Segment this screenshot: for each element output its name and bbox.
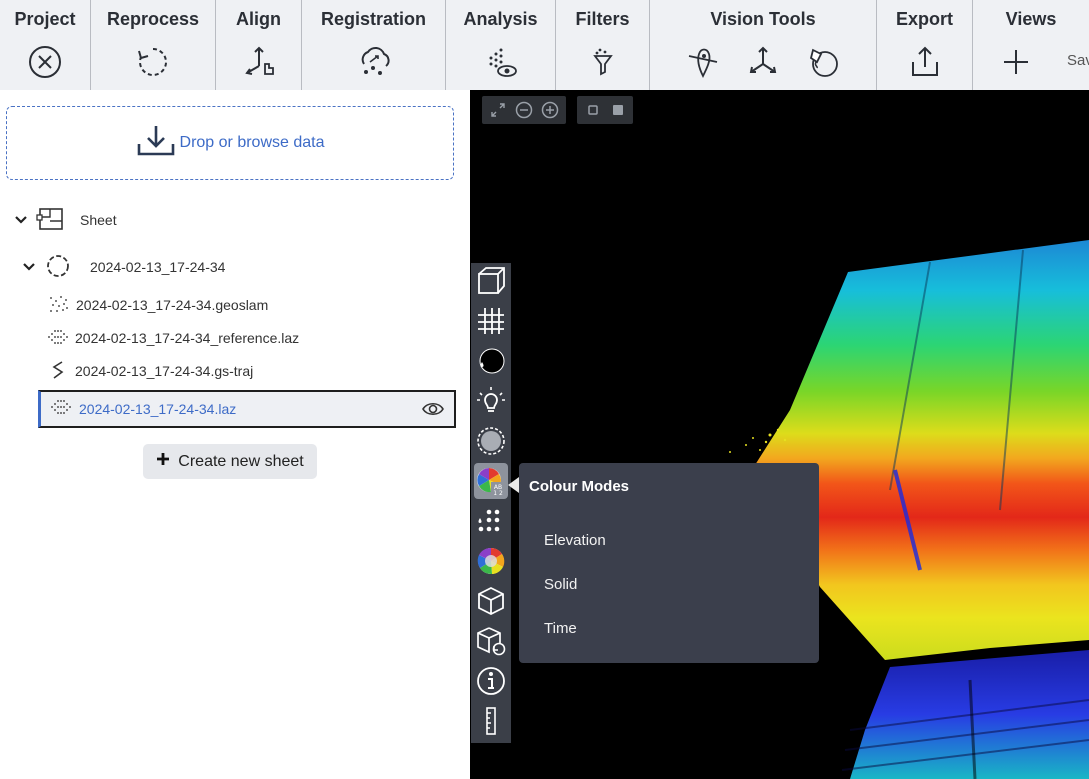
align-icon[interactable] <box>240 43 278 81</box>
toolbar-group-title: Export <box>895 9 953 29</box>
info-icon[interactable] <box>474 663 508 699</box>
download-icon <box>136 124 176 163</box>
zoom-in-icon[interactable] <box>540 100 560 120</box>
tree-file-label: 2024-02-13_17-24-34.gs-traj <box>75 363 254 379</box>
colour-modes-icon[interactable]: AB 1 2 <box>474 463 508 499</box>
drop-zone-label: Drop or browse data <box>179 134 325 151</box>
lighting-bulb-icon[interactable] <box>474 383 508 419</box>
toolbar-group-align: Align <box>216 0 302 90</box>
grid-icon[interactable] <box>474 303 508 339</box>
main-toolbar: Project Reprocess Align Registration Ana… <box>0 0 1089 90</box>
toolbar-group-title: Views <box>1005 9 1057 29</box>
tree-file-label: 2024-02-13_17-24-34.geoslam <box>76 297 269 313</box>
toolbar-group-export: Export <box>877 0 973 90</box>
save-button-truncated[interactable]: Sav <box>1067 52 1089 69</box>
tree-row-file[interactable]: 2024-02-13_17-24-34.geoslam <box>48 294 268 316</box>
vision-paint-icon[interactable] <box>804 43 842 81</box>
tree-file-label: 2024-02-13_17-24-34.laz <box>79 401 237 417</box>
toolbar-group-title: Analysis <box>463 9 538 29</box>
export-icon[interactable] <box>906 43 944 81</box>
svg-text:1 2: 1 2 <box>493 490 503 497</box>
tree-row-file[interactable]: 2024-02-13_17-24-34.gs-traj <box>50 360 253 382</box>
point-size-large-icon[interactable] <box>608 100 627 120</box>
data-panel: Drop or browse data Sheet 2024-02-13_17-… <box>0 90 470 779</box>
tree-row-sheet[interactable]: Sheet <box>14 207 117 233</box>
colour-wheel-icon[interactable] <box>474 543 508 579</box>
filter-icon[interactable] <box>584 43 622 81</box>
point-density-icon[interactable] <box>474 503 508 539</box>
drop-zone[interactable]: Drop or browse data <box>6 106 454 180</box>
tree-file-label: 2024-02-13_17-24-34_reference.laz <box>75 330 300 346</box>
chevron-down-icon[interactable] <box>22 260 36 274</box>
toolbar-group-vision-tools: Vision Tools <box>650 0 877 90</box>
reset-view-icon[interactable] <box>474 623 508 659</box>
zoom-out-icon[interactable] <box>514 100 534 120</box>
toolbar-group-title: Project <box>14 9 76 29</box>
reprocess-icon[interactable] <box>134 43 172 81</box>
dataset-loop-icon <box>46 254 70 281</box>
view-zoom-controls <box>482 96 566 124</box>
colour-mode-elevation[interactable]: Elevation <box>544 532 606 549</box>
tree-label-dataset: 2024-02-13_17-24-34 <box>90 259 226 275</box>
view-tools-sidebar: AB 1 2 <box>471 263 511 743</box>
toolbar-group-registration: Registration <box>302 0 446 90</box>
measure-ruler-icon[interactable] <box>474 703 508 739</box>
tree-row-dataset[interactable]: 2024-02-13_17-24-34 <box>22 254 225 280</box>
tree-label-sheet: Sheet <box>80 212 117 228</box>
trajectory-icon <box>50 360 66 383</box>
vision-axes-icon[interactable] <box>744 43 782 81</box>
cube-view-icon[interactable] <box>474 583 508 619</box>
colour-mode-solid[interactable]: Solid <box>544 576 577 593</box>
toolbar-group-filters: Filters <box>556 0 650 90</box>
point-cloud-viewport[interactable] <box>470 90 1089 779</box>
point-size-controls <box>577 96 633 124</box>
toolbar-group-analysis: Analysis <box>446 0 556 90</box>
toolbar-group-title: Vision Tools <box>710 9 816 29</box>
registration-icon[interactable] <box>355 43 393 81</box>
toolbar-group-title: Filters <box>575 9 630 29</box>
plus-icon <box>156 452 170 471</box>
colour-mode-time[interactable]: Time <box>544 620 577 637</box>
toolbar-group-reprocess: Reprocess <box>91 0 216 90</box>
background-colour-icon[interactable] <box>474 343 508 379</box>
create-new-sheet-label: Create new sheet <box>178 452 304 470</box>
chevron-down-icon[interactable] <box>14 213 28 227</box>
vision-pin-icon[interactable] <box>684 43 722 81</box>
close-project-icon[interactable] <box>26 43 64 81</box>
toolbar-group-project: Project <box>0 0 91 90</box>
toolbar-group-title: Registration <box>320 9 426 29</box>
pointcloud-icon <box>49 398 73 421</box>
point-shading-icon[interactable] <box>474 423 508 459</box>
tree-row-file[interactable]: 2024-02-13_17-24-34_reference.laz <box>46 327 299 349</box>
colour-modes-title: Colour Modes <box>529 478 629 495</box>
tree-row-file-selected[interactable]: 2024-02-13_17-24-34.laz <box>38 390 456 428</box>
bounding-box-icon[interactable] <box>474 263 508 299</box>
sheet-icon <box>36 207 64 234</box>
add-view-icon[interactable] <box>997 43 1035 81</box>
point-size-small-icon[interactable] <box>583 100 602 120</box>
point-cloud-render <box>729 240 1089 779</box>
toolbar-group-views: Views <box>973 0 1089 90</box>
analysis-icon[interactable] <box>482 43 520 81</box>
colour-modes-menu: Colour Modes Elevation Solid Time <box>508 463 819 663</box>
fit-view-icon[interactable] <box>488 100 508 120</box>
geoslam-icon <box>48 294 70 317</box>
create-new-sheet-button[interactable]: Create new sheet <box>143 444 317 479</box>
pointcloud-icon <box>46 328 70 349</box>
popover-pointer <box>508 477 519 493</box>
toolbar-group-title: Align <box>236 9 281 29</box>
toolbar-group-title: Reprocess <box>106 9 200 29</box>
eye-icon[interactable] <box>422 400 444 418</box>
